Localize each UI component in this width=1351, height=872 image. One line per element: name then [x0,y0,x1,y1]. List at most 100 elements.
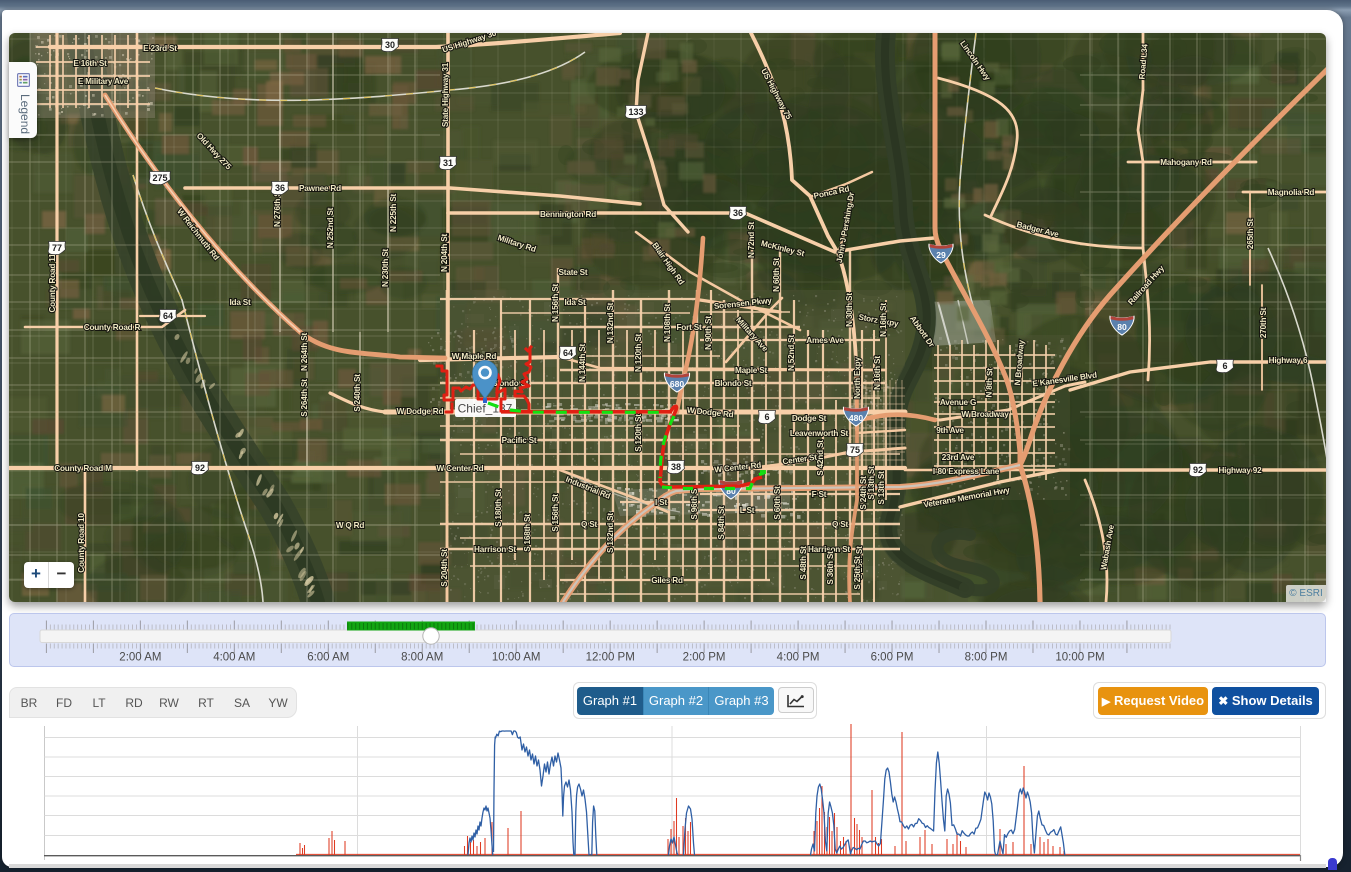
svg-text:77: 77 [52,243,62,253]
svg-text:Ida St: Ida St [229,298,251,307]
svg-text:10:00 AM: 10:00 AM [492,652,541,664]
svg-text:S 36th St: S 36th St [826,551,835,585]
svg-text:29: 29 [936,250,946,260]
svg-text:8:00 AM: 8:00 AM [401,652,443,664]
svg-text:Blondo St: Blondo St [715,379,752,388]
svg-text:County Road M: County Road M [54,464,112,473]
svg-text:W Dodge Rd: W Dodge Rd [397,407,444,416]
svg-text:480: 480 [849,413,864,423]
svg-text:N 60th St: N 60th St [772,258,781,292]
svg-text:10:00 PM: 10:00 PM [1055,652,1104,664]
svg-text:County Road 11: County Road 11 [48,253,57,313]
svg-text:Pacific St: Pacific St [502,436,537,445]
svg-text:N 16th St: N 16th St [873,356,882,390]
svg-text:12:00 PM: 12:00 PM [586,652,635,664]
svg-text:S 25th St: S 25th St [853,556,862,590]
svg-text:N 8th St: N 8th St [984,368,994,398]
svg-text:64: 64 [563,348,573,358]
svg-text:N 204th St: N 204th St [440,234,449,273]
svg-text:Bennington Rd: Bennington Rd [540,210,596,219]
svg-text:Q St: Q St [832,520,849,529]
svg-text:S 48th St: S 48th St [799,546,808,580]
svg-text:Leavenworth St: Leavenworth St [790,429,849,438]
svg-text:County Road 10: County Road 10 [77,513,86,573]
svg-text:North Expy: North Expy [853,357,862,399]
svg-text:N 132nd St: N 132nd St [606,302,615,343]
svg-text:Highway 6: Highway 6 [1269,356,1308,365]
svg-text:2:00 AM: 2:00 AM [119,652,161,664]
svg-text:E Military Ave: E Military Ave [78,77,129,86]
svg-text:4:00 PM: 4:00 PM [777,652,820,664]
svg-text:S 156th St: S 156th St [551,494,560,532]
svg-text:Ames Ave: Ames Ave [806,336,844,345]
svg-text:75: 75 [850,445,860,455]
svg-text:S 13th St: S 13th St [877,471,886,505]
svg-text:N 252nd St: N 252nd St [326,207,335,248]
svg-text:Q St: Q St [581,520,598,529]
svg-text:6: 6 [764,412,769,422]
svg-text:S 13th St: S 13th St [867,466,876,500]
svg-text:9th Ave: 9th Ave [936,426,964,435]
svg-text:6:00 PM: 6:00 PM [871,652,914,664]
svg-text:N 72nd St: N 72nd St [747,222,756,258]
svg-text:265th St: 265th St [1246,218,1255,249]
svg-text:I St: I St [655,498,667,507]
svg-text:N 120th St: N 120th St [634,334,643,373]
svg-text:N 230th St: N 230th St [381,249,390,288]
svg-text:N 264th St: N 264th St [300,333,309,372]
svg-text:E 16th St: E 16th St [73,59,107,68]
svg-text:I-80 Express Lane: I-80 Express Lane [933,467,1000,476]
svg-text:N 90th St: N 90th St [704,316,713,350]
svg-text:38: 38 [671,462,681,472]
svg-text:Pawnee Rd: Pawnee Rd [299,184,341,193]
svg-text:N 30th St: N 30th St [845,293,854,327]
svg-text:Giles Rd: Giles Rd [651,576,683,585]
svg-text:4:00 AM: 4:00 AM [213,652,255,664]
svg-text:S 120th St: S 120th St [634,414,643,452]
svg-text:S 60th St: S 60th St [773,486,782,520]
svg-text:W Broadway: W Broadway [961,410,1009,419]
svg-text:92: 92 [1193,465,1203,475]
svg-text:23rd Ave: 23rd Ave [942,453,975,462]
svg-text:Harrison St: Harrison St [474,545,516,554]
svg-text:N 144th St: N 144th St [578,344,587,383]
svg-text:36: 36 [275,183,285,193]
svg-text:Mahogany Rd: Mahogany Rd [1160,158,1212,167]
svg-text:State St: State St [559,268,588,277]
svg-text:30: 30 [385,40,395,50]
svg-text:80: 80 [1117,322,1127,332]
svg-text:Fort St: Fort St [677,323,702,332]
svg-text:W Q Rd: W Q Rd [336,521,365,530]
svg-text:S 84th St: S 84th St [717,506,726,540]
svg-text:31: 31 [443,158,453,168]
svg-text:270th St: 270th St [1259,307,1268,338]
svg-text:E 23rd St: E 23rd St [143,44,177,53]
svg-text:92: 92 [195,463,205,473]
svg-text:S 240th St: S 240th St [353,374,362,412]
svg-text:6: 6 [1222,361,1227,371]
svg-text:W Maple Rd: W Maple Rd [452,352,497,361]
svg-text:S 132nd St: S 132nd St [606,513,615,553]
svg-text:Ida St: Ida St [564,298,586,307]
svg-text:N 156th St: N 156th St [551,284,560,323]
svg-text:F St: F St [812,490,827,499]
svg-text:State Highway 31: State Highway 31 [441,62,450,127]
svg-text:Maple St: Maple St [735,366,768,375]
svg-text:W Center Rd: W Center Rd [437,464,484,473]
svg-text:275: 275 [152,173,167,183]
svg-text:680: 680 [670,379,685,389]
svg-text:133: 133 [628,107,643,117]
svg-text:Highway 92: Highway 92 [1218,466,1262,475]
svg-text:County Road R: County Road R [84,323,141,332]
svg-text:N 225th St: N 225th St [389,194,398,233]
svg-text:S 168th St: S 168th St [523,514,532,552]
svg-text:S 264th St: S 264th St [300,379,309,417]
svg-text:N 52nd St: N 52nd St [787,335,796,371]
svg-text:Magnolia Rd: Magnolia Rd [1268,188,1315,197]
svg-text:S 42nd St: S 42nd St [816,440,825,476]
svg-text:64: 64 [163,311,173,321]
svg-text:6:00 AM: 6:00 AM [307,652,349,664]
svg-text:S 204th St: S 204th St [440,549,449,587]
svg-text:N 16th St: N 16th St [879,303,888,337]
svg-text:S 96th St: S 96th St [690,486,699,520]
